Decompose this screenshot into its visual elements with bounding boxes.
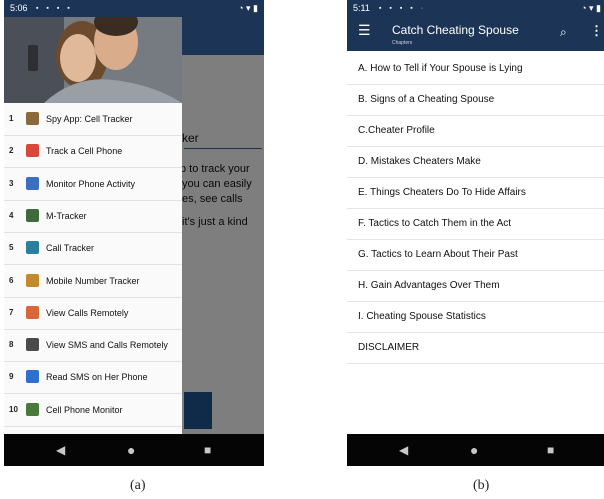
chapter-label: D. Mistakes Cheaters Make	[358, 156, 481, 167]
recent-apps-icon[interactable]: ■	[547, 434, 554, 466]
drawer-item[interactable]: 9 Read SMS on Her Phone	[4, 361, 182, 395]
drawer-item-label: M-Tracker	[46, 210, 87, 221]
chapter-item[interactable]: A. How to Tell if Your Spouse is Lying	[347, 53, 604, 85]
drawer-item-label: Spy App: Cell Tracker	[46, 114, 133, 124]
caption-a: (a)	[130, 478, 146, 493]
chapter-item[interactable]: DISCLAIMER	[347, 332, 604, 364]
more-options-icon[interactable]: ⋮	[590, 23, 603, 39]
system-status-icons: ◔ ▾ ▮	[238, 3, 258, 13]
call-tracker-icon	[26, 241, 39, 255]
recent-apps-icon[interactable]: ■	[204, 434, 211, 466]
drawer-item-label: Mobile Number Tracker	[46, 275, 140, 286]
spy-app-icon	[26, 112, 39, 125]
chapter-label: E. Things Cheaters Do To Hide Affairs	[358, 187, 526, 198]
drawer-item-number: 5	[9, 243, 14, 253]
drawer-item-label: View Calls Remotely	[46, 307, 129, 318]
drawer-item[interactable]: 7 View Calls Remotely	[4, 297, 182, 330]
chapter-item[interactable]: B. Signs of a Cheating Spouse	[347, 84, 604, 116]
navigation-bar: ◀ ● ■	[347, 434, 604, 466]
drawer-item-number: 6	[9, 275, 14, 285]
drawer-item-label: Call Tracker	[46, 243, 95, 254]
number-tracker-icon	[26, 273, 39, 287]
app-subtitle: Chapters	[392, 40, 413, 46]
m-tracker-icon	[26, 208, 39, 222]
drawer-item[interactable]: 4 M-Tracker	[4, 200, 182, 233]
view-calls-icon	[26, 305, 39, 319]
drawer-item-number: 9	[9, 372, 14, 382]
chapter-item[interactable]: F. Tactics to Catch Them in the Act	[347, 208, 604, 240]
status-time: 5:06	[10, 3, 28, 13]
drawer-item[interactable]: 2 Track a Cell Phone	[4, 135, 182, 169]
chapter-label: I. Cheating Spouse Statistics	[358, 311, 486, 322]
drawer-item-number: 3	[9, 178, 14, 188]
phone-screenshot-a: ker p to track your you can easily es, s…	[4, 0, 264, 466]
drawer-item-label: Cell Phone Monitor	[46, 404, 123, 415]
menu-icon[interactable]: ☰	[358, 22, 371, 39]
drawer-item-label: Track a Cell Phone	[46, 146, 123, 157]
drawer-item[interactable]: 1 Spy App: Cell Tracker	[4, 103, 182, 136]
back-icon[interactable]: ◀	[56, 434, 65, 466]
chapter-item[interactable]: H. Gain Advantages Over Them	[347, 270, 604, 302]
chapter-label: B. Signs of a Cheating Spouse	[358, 94, 495, 105]
drawer-item-number: 8	[9, 340, 14, 350]
drawer-item-label: Read SMS on Her Phone	[46, 372, 148, 383]
status-time: 5:11	[353, 3, 370, 13]
navigation-bar: ◀ ● ■	[4, 434, 264, 466]
chapter-label: H. Gain Advantages Over Them	[358, 280, 500, 291]
chapter-item[interactable]: G. Tactics to Learn About Their Past	[347, 239, 604, 271]
chapter-label: G. Tactics to Learn About Their Past	[358, 249, 518, 260]
drawer-item-number: 10	[9, 404, 18, 414]
chapter-label: F. Tactics to Catch Them in the Act	[358, 218, 512, 229]
drawer-item-number: 2	[9, 146, 14, 156]
chapter-label: A. How to Tell if Your Spouse is Lying	[358, 63, 523, 74]
drawer-item-label: View SMS and Calls Remotely	[46, 340, 168, 351]
chapter-label: C.Cheater Profile	[358, 125, 435, 136]
monitor-activity-icon	[26, 176, 39, 190]
chapter-item[interactable]: C.Cheater Profile	[347, 115, 604, 147]
app-title: Catch Cheating Spouse	[392, 23, 519, 37]
chapter-label: DISCLAIMER	[358, 342, 420, 353]
status-bar: 5:06 ▪ ▪ ▪ ▪ ◔ ▾ ▮	[4, 0, 264, 17]
chapter-item[interactable]: E. Things Cheaters Do To Hide Affairs	[347, 177, 604, 209]
chapter-item[interactable]: I. Cheating Spouse Statistics	[347, 301, 604, 333]
app-bar: ☰ Catch Cheating Spouse Chapters ⌕ ⋮	[347, 17, 604, 51]
phone-monitor-icon	[26, 402, 39, 416]
notification-icons: ▪ ▪ ▪ ▪ ·	[379, 5, 427, 12]
drawer-item[interactable]: 6 Mobile Number Tracker	[4, 265, 182, 298]
read-sms-icon	[26, 370, 39, 384]
navigation-drawer: 1 Spy App: Cell Tracker 2 Track a Cell Phon…	[4, 0, 182, 434]
drawer-item[interactable]: 10 Cell Phone Monitor	[4, 394, 182, 427]
search-icon[interactable]: ⌕	[560, 25, 567, 40]
back-icon[interactable]: ◀	[399, 434, 408, 466]
drawer-item[interactable]: 5 Call Tracker	[4, 232, 182, 266]
drawer-item-number: 4	[9, 210, 14, 220]
drawer-item-number: 7	[9, 307, 14, 317]
drawer-item-number: 1	[9, 114, 14, 123]
drawer-item[interactable]: 8 View SMS and Calls Remotely	[4, 329, 182, 363]
track-phone-icon	[26, 144, 39, 158]
drawer-item-label: Monitor Phone Activity	[46, 178, 136, 189]
sms-calls-icon	[26, 338, 39, 352]
drawer-item[interactable]: 3 Monitor Phone Activity	[4, 168, 182, 201]
home-icon[interactable]: ●	[470, 434, 478, 466]
phone-screenshot-b: 5:11 ▪ ▪ ▪ ▪ · ◔ ▾ ▮ ☰ Catch Cheating Sp…	[347, 0, 604, 466]
chapter-item[interactable]: D. Mistakes Cheaters Make	[347, 146, 604, 178]
notification-icons: ▪ ▪ ▪ ▪	[36, 5, 73, 12]
status-bar: 5:11 ▪ ▪ ▪ ▪ · ◔ ▾ ▮	[347, 0, 604, 17]
caption-b: (b)	[473, 478, 490, 493]
system-status-icons: ◔ ▾ ▮	[581, 3, 601, 13]
home-icon[interactable]: ●	[127, 434, 135, 466]
